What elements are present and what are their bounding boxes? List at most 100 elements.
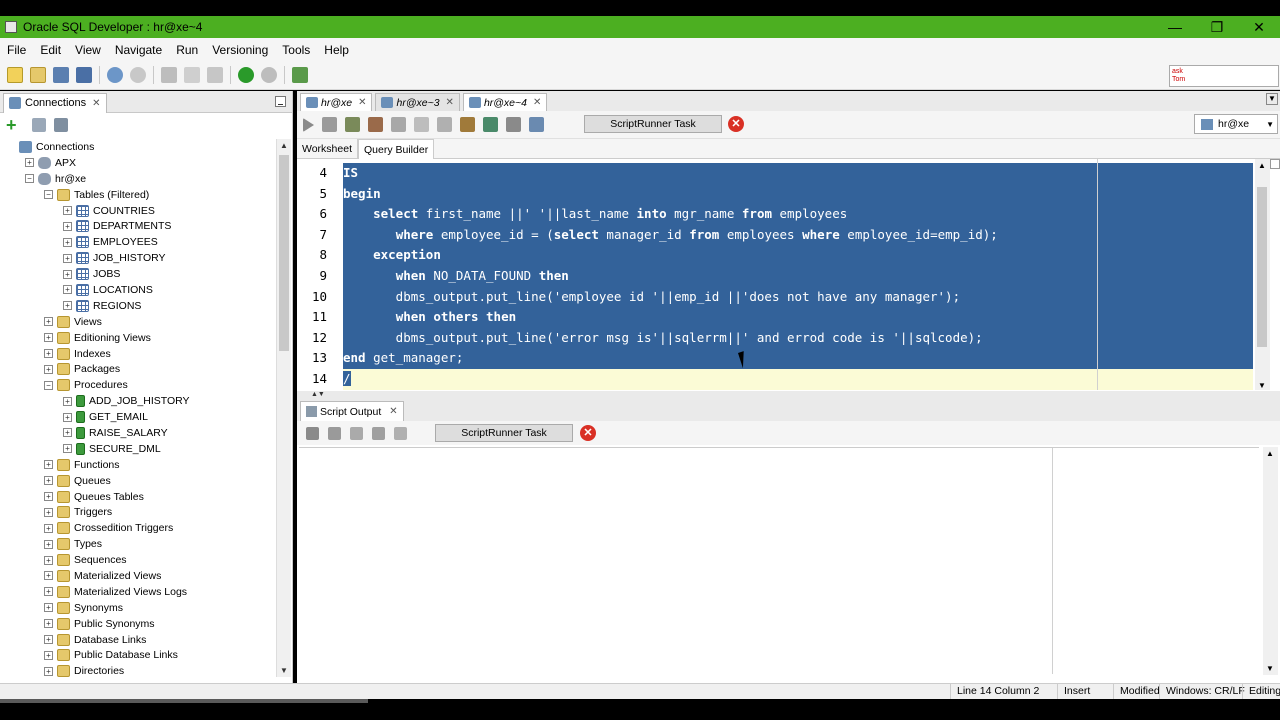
tree-node[interactable]: + JOB_HISTORY (0, 250, 276, 266)
close-icon[interactable]: ✕ (389, 406, 397, 417)
menu-tools[interactable]: Tools (275, 43, 317, 57)
expand-icon[interactable]: + (63, 444, 72, 454)
commit-icon[interactable] (345, 117, 360, 132)
code-line[interactable]: dbms_output.put_line('employee id '||emp… (343, 286, 1253, 308)
tree-node[interactable]: + Types (0, 536, 276, 552)
code-line[interactable]: dbms_output.put_line('error msg is'||sql… (343, 327, 1253, 349)
expand-icon[interactable]: + (63, 412, 72, 422)
tree-node[interactable]: + Queues (0, 473, 276, 489)
tree-node[interactable]: + Synonyms (0, 600, 276, 616)
tree-node[interactable]: + Sequences (0, 552, 276, 568)
expand-icon[interactable]: + (44, 619, 53, 629)
tree-scrollbar[interactable]: ▲ ▼ (276, 139, 291, 677)
tree-node[interactable]: Connections (0, 139, 276, 155)
menu-run[interactable]: Run (169, 43, 205, 57)
expand-icon[interactable]: + (63, 221, 72, 231)
expand-icon[interactable]: + (63, 237, 72, 247)
doc-tab-hr-xe[interactable]: hr@xe ✕ (300, 93, 373, 111)
tree-node[interactable]: + Editioning Views (0, 330, 276, 346)
code-line[interactable]: exception (343, 245, 1253, 266)
tree-node[interactable]: + DEPARTMENTS (0, 218, 276, 234)
menu-file[interactable]: File (0, 43, 33, 57)
unshared-icon[interactable] (437, 117, 452, 132)
maximize-button[interactable]: ❐ (1196, 19, 1238, 36)
expand-icon[interactable]: + (44, 317, 53, 327)
code-editor[interactable]: 4 5 6 7 8 9 10 11 12 13 14 IS begin select first_na… (299, 159, 1253, 390)
tree-node[interactable]: + Materialized Views (0, 568, 276, 584)
expand-icon[interactable]: + (44, 587, 53, 597)
paste-icon[interactable] (207, 67, 223, 83)
cut-icon[interactable] (161, 67, 177, 83)
close-icon[interactable]: ✕ (92, 98, 100, 109)
scroll-up-icon[interactable]: ▲ (280, 141, 288, 150)
copy-icon[interactable] (184, 67, 200, 83)
scrollbar-thumb[interactable] (279, 155, 289, 351)
tree-node[interactable]: + EMPLOYEES (0, 234, 276, 250)
doc-tab-hr-xe-3[interactable]: hr@xe~3 ✕ (375, 93, 460, 111)
minimize-button[interactable]: — (1154, 19, 1196, 36)
expand-icon[interactable]: + (63, 269, 72, 279)
script-output-area[interactable] (299, 447, 1259, 674)
print-icon[interactable] (372, 426, 385, 440)
code-line[interactable]: / (343, 369, 1253, 390)
menu-view[interactable]: View (68, 43, 108, 57)
tree-node[interactable]: + Queues Tables (0, 489, 276, 505)
expand-icon[interactable]: + (44, 571, 53, 581)
add-connection-icon[interactable]: + (6, 115, 24, 136)
save-output-icon[interactable] (350, 426, 363, 440)
expand-icon[interactable]: + (63, 396, 72, 406)
scroll-down-icon[interactable]: ▼ (280, 666, 288, 675)
collapse-icon[interactable]: − (44, 190, 53, 200)
expand-icon[interactable]: + (44, 555, 53, 565)
code-area[interactable]: IS begin select first_name ||' '||last_na… (343, 159, 1253, 390)
expand-icon[interactable]: + (63, 206, 72, 215)
tree-node[interactable]: + ADD_JOB_HISTORY (0, 393, 276, 409)
panel-splitter[interactable]: ▲▼ (297, 391, 1280, 399)
expand-icon[interactable]: + (44, 635, 53, 645)
editor-scrollbar[interactable]: ▲ ▼ (1255, 159, 1270, 390)
scrollbar-thumb[interactable] (1257, 187, 1267, 347)
expand-icon[interactable]: + (44, 666, 53, 676)
save-icon[interactable] (53, 67, 69, 83)
tree-node[interactable]: + Directories (0, 663, 276, 677)
close-icon[interactable]: ✕ (358, 97, 366, 108)
explain-plan-icon[interactable] (391, 117, 406, 132)
menu-help[interactable]: Help (317, 43, 356, 57)
expand-icon[interactable]: + (44, 460, 53, 470)
run-script-icon[interactable] (322, 117, 337, 132)
back-icon[interactable] (238, 67, 254, 83)
open-folder-icon[interactable] (30, 67, 46, 83)
stop-task-icon[interactable]: ✕ (728, 116, 744, 132)
tree-node[interactable]: + Public Synonyms (0, 616, 276, 632)
forward-icon[interactable] (261, 67, 277, 83)
code-line[interactable]: where employee_id = (select manager_id f… (343, 224, 1253, 246)
tree-node[interactable]: − Procedures (0, 377, 276, 393)
tree-node[interactable]: + APX (0, 155, 276, 171)
expand-icon[interactable]: + (63, 285, 72, 295)
connections-tab[interactable]: Connections ✕ (3, 92, 107, 113)
tree-node[interactable]: − Tables (Filtered) (0, 187, 276, 203)
code-line[interactable]: begin (343, 183, 1253, 205)
refresh-icon[interactable] (32, 118, 46, 132)
expand-icon[interactable]: + (44, 650, 53, 660)
collapse-icon[interactable]: − (25, 174, 34, 184)
split-editor-handle[interactable] (1270, 159, 1280, 169)
tree-node[interactable]: + GET_EMAIL (0, 409, 276, 425)
tree-node[interactable]: − hr@xe (0, 171, 276, 187)
minimize-panel-button[interactable] (275, 96, 286, 107)
menu-versioning[interactable]: Versioning (205, 43, 275, 57)
tab-list-dropdown-icon[interactable]: ▼ (1266, 93, 1278, 105)
expand-icon[interactable]: + (44, 523, 53, 533)
menu-edit[interactable]: Edit (33, 43, 68, 57)
tree-node[interactable]: + JOBS (0, 266, 276, 282)
tree-node[interactable]: + LOCATIONS (0, 282, 276, 298)
autotrace-icon[interactable] (414, 117, 429, 132)
tree-node[interactable]: + Crossedition Triggers (0, 520, 276, 536)
tree-node[interactable]: + Indexes (0, 346, 276, 362)
tree-node[interactable]: + SECURE_DML (0, 441, 276, 457)
expand-icon[interactable]: + (44, 349, 53, 359)
close-button[interactable]: ✕ (1238, 19, 1280, 36)
expand-icon[interactable]: + (25, 158, 34, 168)
tree-node[interactable]: + REGIONS (0, 298, 276, 314)
rollback-icon[interactable] (368, 117, 383, 132)
